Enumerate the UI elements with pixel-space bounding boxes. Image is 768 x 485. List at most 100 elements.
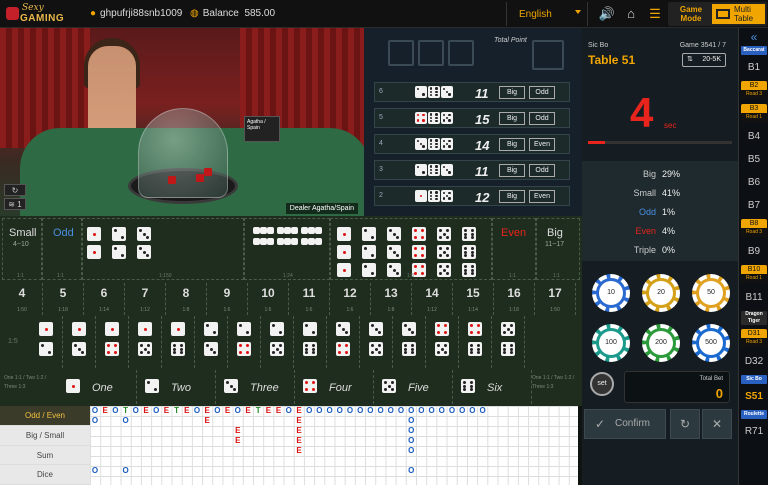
table-item-b2[interactable]: B2 Road 3 (741, 81, 767, 99)
table-item-b5[interactable]: B5 (739, 150, 768, 170)
balance-value: 585.00 (244, 8, 276, 19)
die-3-icon (301, 227, 308, 234)
dice-column[interactable] (87, 227, 101, 259)
bet-big[interactable]: Big 11~17 1:1 (536, 218, 580, 280)
bet-total-11[interactable]: 11 1:6 (289, 283, 330, 315)
game-mode-button[interactable]: Game Mode (671, 4, 711, 24)
category-sic-bo[interactable]: Sic Bo (741, 375, 767, 384)
dice-column[interactable] (112, 227, 126, 259)
bet-single-four[interactable]: Four (295, 370, 374, 404)
bet-total-8[interactable]: 8 1:8 (166, 283, 207, 315)
table-item-b8[interactable]: B8 Road 3 (741, 219, 767, 237)
bet-pair-2-4[interactable] (228, 316, 261, 368)
roadmap-tab[interactable]: Big / Small (0, 425, 90, 446)
repeat-icon[interactable]: ↻ (670, 409, 700, 439)
roadmap-tab[interactable]: Odd / Even (0, 406, 90, 426)
table-item-b1[interactable]: B1 (739, 58, 768, 78)
chip-10[interactable]: 10 (592, 274, 630, 312)
bet-single-one[interactable]: One (58, 370, 137, 404)
bet-pair-1-2[interactable] (30, 316, 63, 368)
roadmap-tab[interactable]: Dice (0, 465, 90, 485)
bet-total-4[interactable]: 4 1:50 (2, 283, 43, 315)
wifi-icon[interactable]: ≋ 1 (4, 198, 26, 210)
table-item-b6[interactable]: B6 (739, 173, 768, 193)
category-roulette[interactable]: Roulette (741, 410, 767, 419)
table-item-b11[interactable]: B11 (739, 288, 768, 308)
dice-column[interactable] (337, 227, 351, 277)
bet-pair-1-4[interactable] (96, 316, 129, 368)
bet-pair-3-6[interactable] (393, 316, 426, 368)
bet-pair-4-6[interactable] (459, 316, 492, 368)
confirm-button[interactable]: Confirm (584, 409, 666, 439)
table-item-b9[interactable]: B9 (739, 242, 768, 262)
bet-pair-2-5[interactable] (261, 316, 294, 368)
bet-total-17[interactable]: 17 1:50 (535, 283, 576, 315)
bet-total-7[interactable]: 7 1:12 (125, 283, 166, 315)
bet-pair-1-5[interactable] (129, 316, 162, 368)
category-baccarat[interactable]: Baccarat (741, 46, 767, 55)
bet-total-10[interactable]: 10 1:6 (248, 283, 289, 315)
single-label: Three (250, 382, 279, 394)
refresh-icon[interactable]: ↻ (4, 184, 26, 196)
chip-200[interactable]: 200 (642, 324, 680, 362)
table-item-b4[interactable]: B4 (739, 127, 768, 147)
table-item-d32[interactable]: D32 (739, 352, 768, 372)
die-6-icon (501, 342, 515, 356)
chip-set-button[interactable]: set (590, 372, 614, 396)
bet-odd[interactable]: Odd 1:1 (42, 218, 82, 280)
roadmap-tab[interactable]: Sum (0, 445, 90, 466)
bet-single-three[interactable]: Three (216, 370, 295, 404)
chip-500[interactable]: 500 (692, 324, 730, 362)
multi-table-button[interactable]: Multi Table (712, 4, 765, 24)
cancel-icon[interactable]: ✕ (702, 409, 732, 439)
bet-single-five[interactable]: Five (374, 370, 453, 404)
bet-pair-4-5[interactable] (426, 316, 459, 368)
bet-total-6[interactable]: 6 1:14 (84, 283, 125, 315)
bet-limit[interactable]: ⇅ 20-5K (682, 53, 726, 67)
bet-total-5[interactable]: 5 1:18 (43, 283, 84, 315)
bet-pair-1-6[interactable] (162, 316, 195, 368)
bet-single-two[interactable]: Two (137, 370, 216, 404)
dice-column[interactable] (137, 227, 151, 259)
chip-20[interactable]: 20 (642, 274, 680, 312)
bet-even[interactable]: Even 1:1 (492, 218, 536, 280)
bet-pair-2-3[interactable] (195, 316, 228, 368)
chip-100[interactable]: 100 (592, 324, 630, 362)
table-item-b3[interactable]: B3 Road 1 (741, 104, 767, 122)
table-item-b10[interactable]: B10 Road 1 (741, 265, 767, 283)
bet-total-16[interactable]: 16 1:18 (494, 283, 535, 315)
sound-icon[interactable]: 🔊 (598, 5, 616, 23)
bet-any-triple[interactable]: 1:24 (244, 218, 330, 280)
dice-column[interactable] (387, 227, 401, 277)
table-item-r71[interactable]: R71 (739, 422, 768, 442)
dice-column[interactable] (462, 227, 476, 277)
bet-specific-doubles[interactable]: 1:8 (330, 218, 492, 280)
countdown: 4 sec (582, 83, 738, 153)
dice-column[interactable] (362, 227, 376, 277)
bet-pair-1-3[interactable] (63, 316, 96, 368)
bet-small[interactable]: Small 4~10 1:1 (2, 218, 42, 280)
menu-icon[interactable]: ☰ (646, 5, 664, 23)
category-dragon-tiger[interactable]: Dragon Tiger (741, 311, 767, 325)
bet-pair-5-6[interactable] (492, 316, 525, 368)
bet-specific-triples[interactable]: 1:150 (82, 218, 244, 280)
bet-total-15[interactable]: 15 1:14 (453, 283, 494, 315)
collapse-icon[interactable]: « (739, 30, 768, 44)
dice-column[interactable] (412, 227, 426, 277)
language-select[interactable]: English (506, 2, 588, 26)
bet-total-9[interactable]: 9 1:6 (207, 283, 248, 315)
chip-50[interactable]: 50 (692, 274, 730, 312)
bet-pair-3-5[interactable] (360, 316, 393, 368)
bet-pair-2-6[interactable] (294, 316, 327, 368)
table-item-b7[interactable]: B7 (739, 196, 768, 216)
table-item-s51[interactable]: S51 (739, 387, 768, 407)
table-item-d31[interactable]: D31 Road 3 (741, 329, 767, 347)
home-icon[interactable]: ⌂ (622, 5, 640, 23)
bet-pair-3-4[interactable] (327, 316, 360, 368)
bet-total-12[interactable]: 12 1:6 (330, 283, 371, 315)
bet-total-13[interactable]: 13 1:8 (371, 283, 412, 315)
bet-total-14[interactable]: 14 1:12 (412, 283, 453, 315)
dice-column[interactable] (437, 227, 451, 277)
bet-single-six[interactable]: Six (453, 370, 532, 404)
balance-display: ◍ Balance 585.00 (190, 8, 275, 19)
